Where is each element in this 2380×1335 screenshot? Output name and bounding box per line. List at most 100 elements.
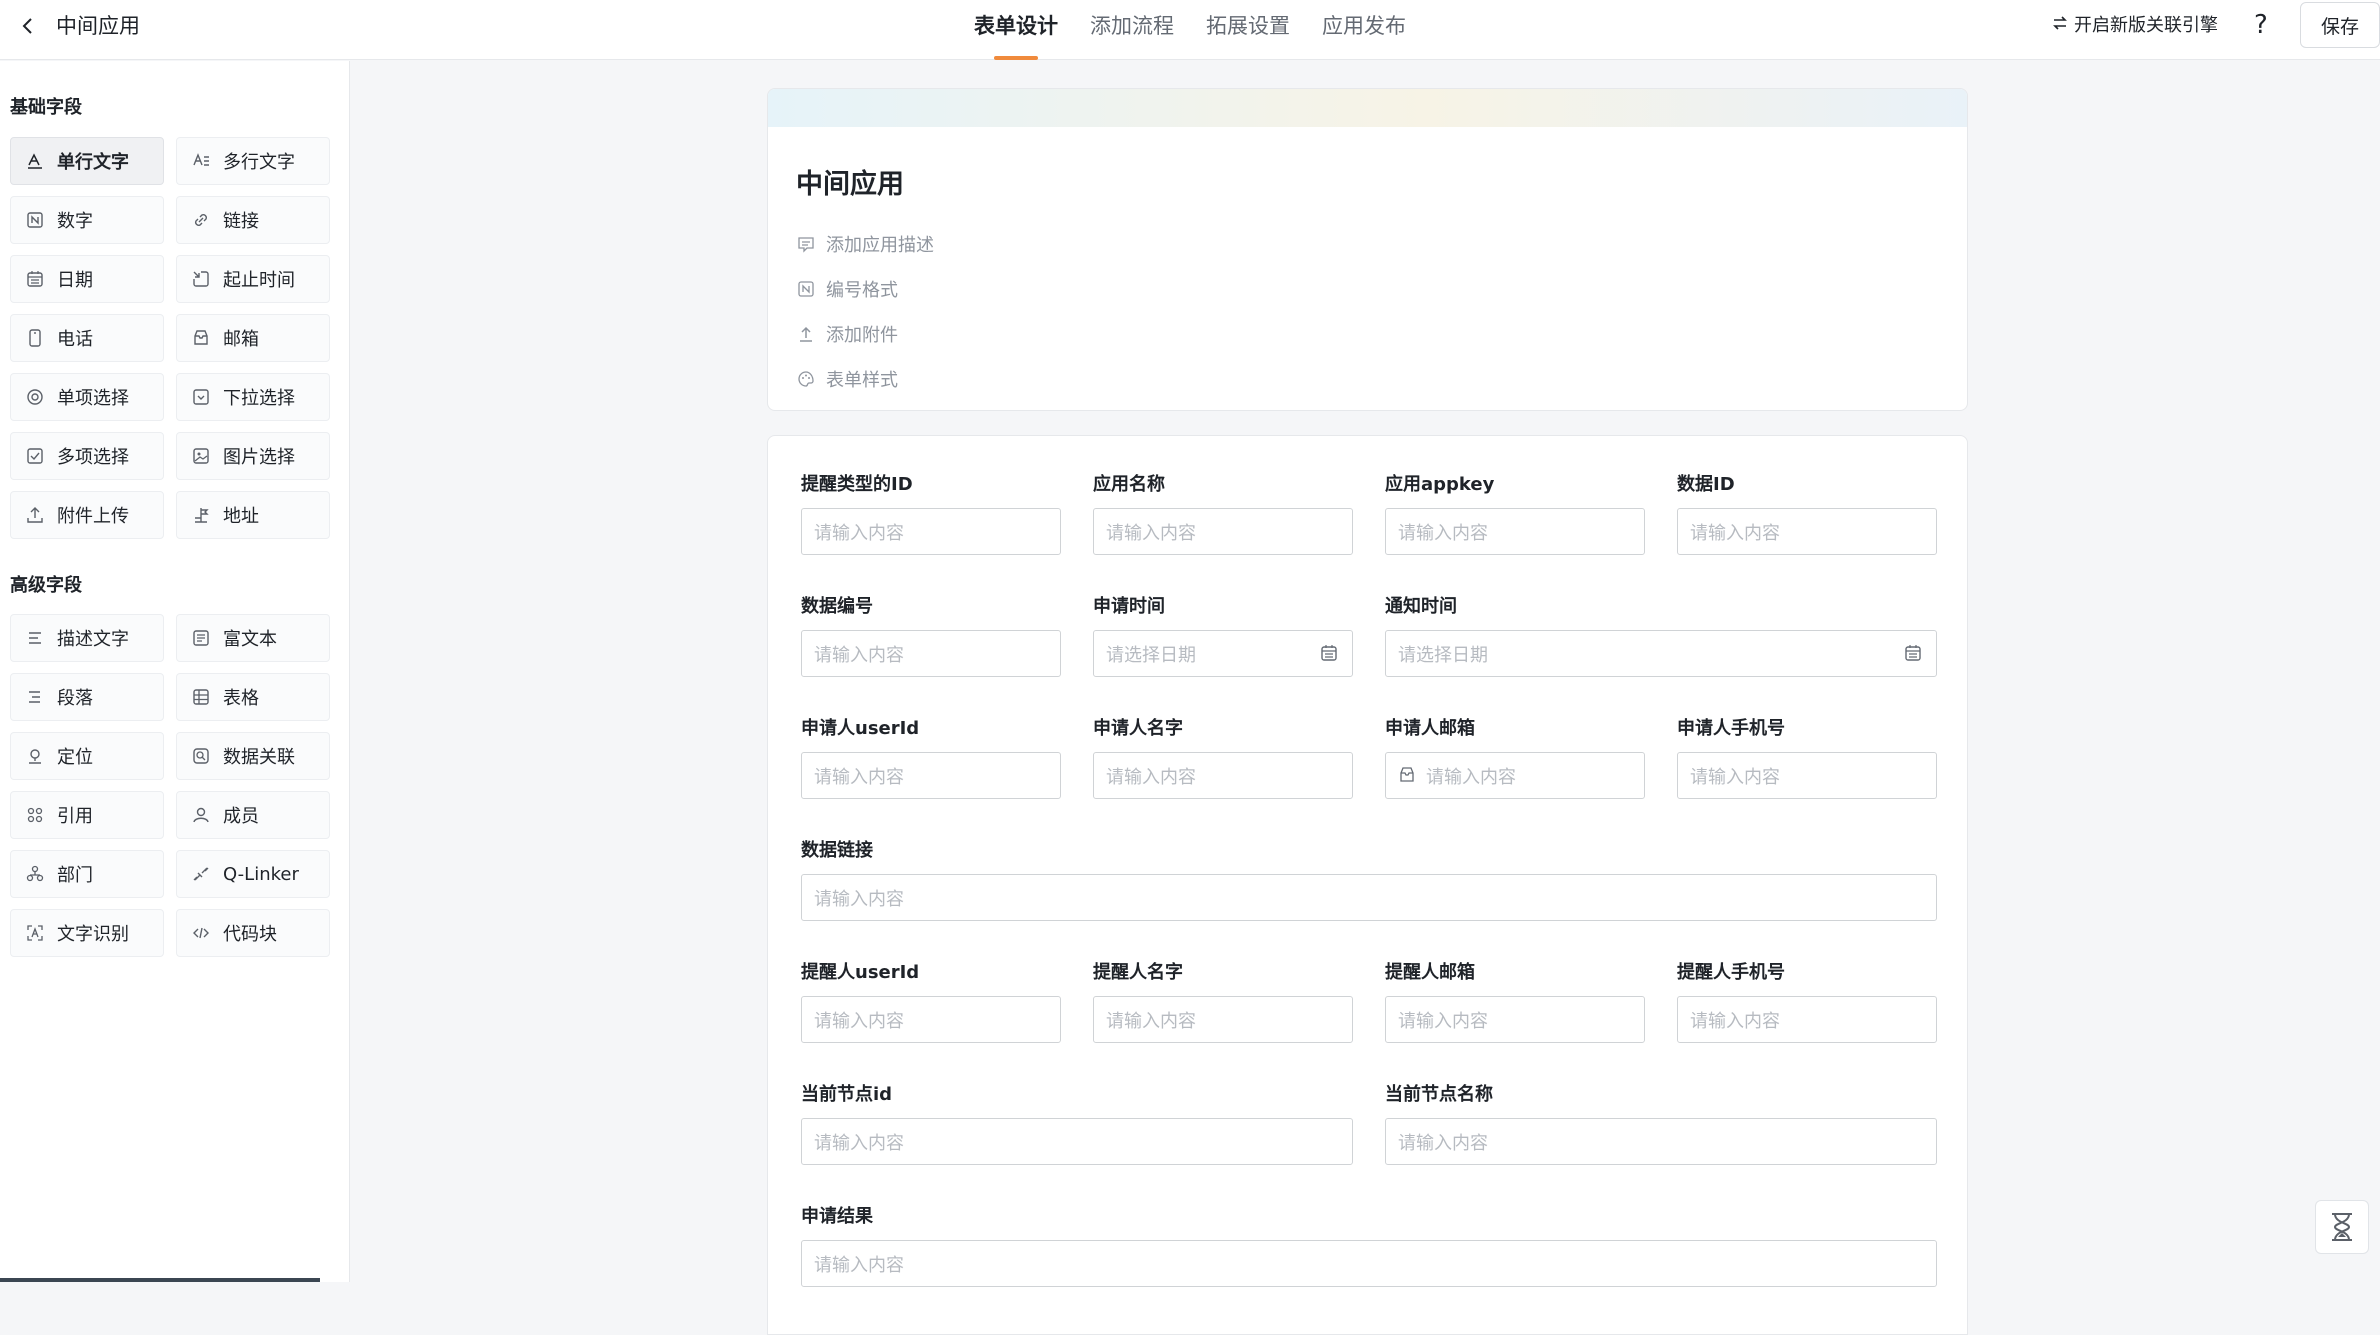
tab-app-publish[interactable]: 应用发布 [1322, 10, 1406, 50]
email-input[interactable]: 请输入内容 [1385, 752, 1645, 799]
back-arrow-icon[interactable] [14, 12, 42, 40]
address-icon [191, 505, 211, 525]
field-single-line-text[interactable]: 单行文字 [10, 137, 164, 185]
table-icon [191, 687, 211, 707]
app-name: 中间应用 [56, 14, 140, 38]
field-ocr[interactable]: 文字识别 [10, 909, 164, 957]
field-member[interactable]: 成员 [176, 791, 330, 839]
field-location[interactable]: 定位 [10, 732, 164, 780]
field-label: 申请人userId [801, 718, 920, 739]
text-input[interactable]: 请输入内容 [1093, 752, 1353, 799]
field-upload[interactable]: 附件上传 [10, 491, 164, 539]
field-radio[interactable]: 单项选择 [10, 373, 164, 421]
field-label: 申请人邮箱 [1385, 718, 1475, 739]
form-canvas: 中间应用 添加应用描述 编号格式 添加附件 表单样式 提醒类型的ID 请输入内容… [351, 61, 2380, 1335]
field-multi-line-text[interactable]: 多行文字 [176, 137, 330, 185]
field-dropdown[interactable]: 下拉选择 [176, 373, 330, 421]
field-time-range[interactable]: 起止时间 [176, 255, 330, 303]
number-format-icon [796, 279, 816, 299]
field-q-linker[interactable]: Q-Linker [176, 850, 330, 898]
field-label: 提醒人userId [801, 962, 920, 983]
help-icon[interactable]: ? [2254, 10, 2268, 40]
text-input[interactable]: 请输入内容 [1677, 508, 1937, 555]
form-meta-list: 添加应用描述 编号格式 添加附件 表单样式 [796, 221, 934, 401]
text-input[interactable]: 请输入内容 [801, 1118, 1353, 1165]
text-input[interactable]: 请输入内容 [801, 1240, 1937, 1287]
calendar-icon [25, 269, 45, 289]
field-label: 数据编号 [801, 596, 873, 617]
location-icon [25, 746, 45, 766]
text-input[interactable]: 请输入内容 [801, 508, 1061, 555]
field-label: 申请结果 [801, 1206, 873, 1227]
data-link-icon [191, 746, 211, 766]
mail-icon [191, 328, 211, 348]
field-date[interactable]: 日期 [10, 255, 164, 303]
swap-icon [2052, 12, 2068, 40]
field-rich-text[interactable]: 富文本 [176, 614, 330, 662]
form-style[interactable]: 表单样式 [796, 356, 934, 401]
basic-fields-title: 基础字段 [10, 97, 82, 118]
field-mail[interactable]: 邮箱 [176, 314, 330, 362]
text-input[interactable]: 请输入内容 [1385, 996, 1645, 1043]
advanced-fields-grid: 描述文字 富文本 段落 表格 定位 数据关联 引用 成员 部门 Q-Linker… [10, 614, 330, 957]
text-input[interactable]: 请输入内容 [801, 874, 1937, 921]
code-icon [191, 923, 211, 943]
field-image[interactable]: 图片选择 [176, 432, 330, 480]
form-title[interactable]: 中间应用 [796, 162, 904, 201]
date-input[interactable]: 请选择日期 [1385, 630, 1937, 677]
mail-icon [1398, 766, 1418, 786]
text-input[interactable]: 请输入内容 [1677, 996, 1937, 1043]
text-input[interactable]: 请输入内容 [801, 630, 1061, 677]
text-input[interactable]: 请输入内容 [801, 752, 1061, 799]
text-input[interactable]: 请输入内容 [1385, 508, 1645, 555]
text-input[interactable]: 请输入内容 [801, 996, 1061, 1043]
tab-extension-settings[interactable]: 拓展设置 [1206, 10, 1290, 50]
field-description[interactable]: 描述文字 [10, 614, 164, 662]
field-department[interactable]: 部门 [10, 850, 164, 898]
text-input[interactable]: 请输入内容 [1093, 508, 1353, 555]
reference-icon [25, 805, 45, 825]
text-input[interactable]: 请输入内容 [1093, 996, 1353, 1043]
field-number[interactable]: 数字 [10, 196, 164, 244]
field-link[interactable]: 链接 [176, 196, 330, 244]
field-label: 应用appkey [1385, 474, 1495, 495]
single-line-text-icon [25, 151, 45, 171]
text-input[interactable]: 请输入内容 [1385, 1118, 1937, 1165]
date-input[interactable]: 请选择日期 [1093, 630, 1353, 677]
new-engine-label: 开启新版关联引擎 [2074, 15, 2218, 36]
hourglass-icon[interactable] [2315, 1200, 2369, 1254]
field-label: 提醒人名字 [1093, 962, 1183, 983]
description-icon [25, 628, 45, 648]
field-label: 当前节点id [801, 1084, 893, 1105]
dropdown-icon [191, 387, 211, 407]
field-reference[interactable]: 引用 [10, 791, 164, 839]
tab-add-process[interactable]: 添加流程 [1090, 10, 1174, 50]
field-label: 申请时间 [1093, 596, 1165, 617]
add-attachment[interactable]: 添加附件 [796, 311, 934, 356]
field-label: 提醒人邮箱 [1385, 962, 1475, 983]
field-phone[interactable]: 电话 [10, 314, 164, 362]
form-header-card: 中间应用 添加应用描述 编号格式 添加附件 表单样式 [767, 88, 1968, 411]
tab-form-design[interactable]: 表单设计 [974, 10, 1058, 60]
field-label: 通知时间 [1385, 596, 1457, 617]
add-app-description[interactable]: 添加应用描述 [796, 221, 934, 266]
field-checkbox[interactable]: 多项选择 [10, 432, 164, 480]
calendar-icon[interactable] [1320, 644, 1340, 664]
field-data-link[interactable]: 数据关联 [176, 732, 330, 780]
save-button[interactable]: 保存 [2300, 2, 2380, 48]
number-format[interactable]: 编号格式 [796, 266, 934, 311]
field-address[interactable]: 地址 [176, 491, 330, 539]
field-label: 申请人手机号 [1677, 718, 1785, 739]
field-code[interactable]: 代码块 [176, 909, 330, 957]
department-icon [25, 864, 45, 884]
header-banner [768, 89, 1967, 127]
calendar-icon[interactable] [1904, 644, 1924, 664]
new-engine-toggle[interactable]: 开启新版关联引擎 [2052, 12, 2218, 40]
palette-icon [796, 369, 816, 389]
main-tabs: 表单设计 添加流程 拓展设置 应用发布 [974, 10, 1438, 60]
number-icon [25, 210, 45, 230]
field-paragraph[interactable]: 段落 [10, 673, 164, 721]
field-table[interactable]: 表格 [176, 673, 330, 721]
field-label: 应用名称 [1093, 474, 1165, 495]
text-input[interactable]: 请输入内容 [1677, 752, 1937, 799]
